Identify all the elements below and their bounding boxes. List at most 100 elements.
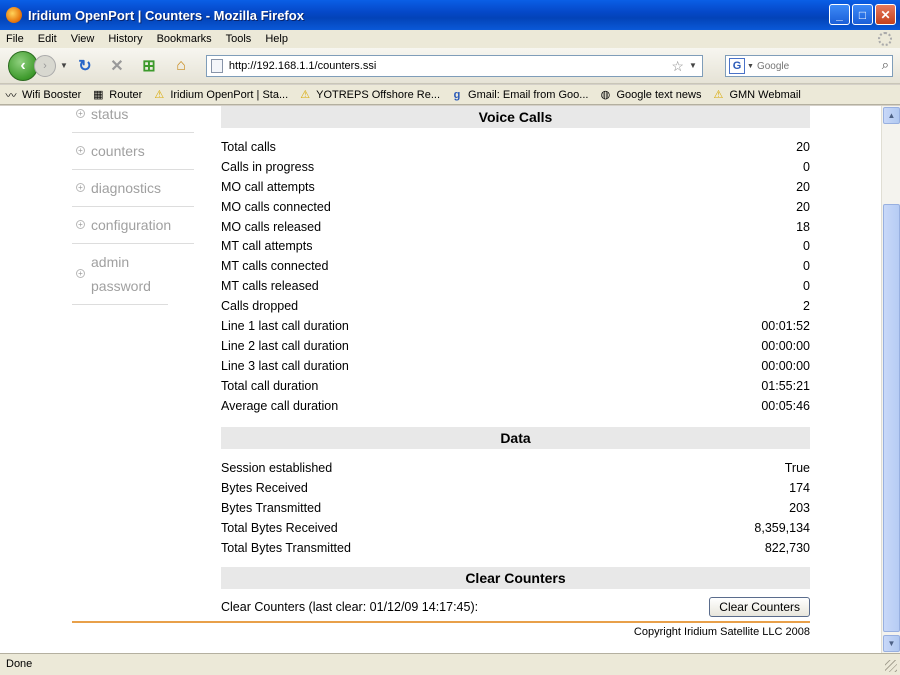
url-bar[interactable]: ☆ ▼ — [205, 54, 703, 77]
data-stat-label: Session established — [221, 461, 333, 476]
expand-icon: + — [76, 146, 85, 155]
search-icon[interactable]: ⌕ — [882, 57, 889, 73]
bookmark-yotreps[interactable]: ⚠ YOTREPS Offshore Re... — [298, 89, 440, 102]
scroll-up-button[interactable]: ▲ — [883, 107, 900, 124]
search-bar[interactable]: G ▼ ⌕ — [725, 55, 893, 77]
stop-icon[interactable]: ✕ — [106, 55, 128, 77]
voice-stat-row: Total calls 20 — [221, 138, 810, 158]
close-button[interactable]: ✕ — [875, 4, 896, 25]
voice-stat-value: 20 — [796, 140, 810, 154]
voice-stat-value: 2 — [803, 299, 810, 314]
reload-icon[interactable]: ↻ — [74, 55, 96, 77]
bookmark-google-text-news[interactable]: ◍ Google text news — [598, 89, 702, 102]
data-stat-row: Session established True — [221, 459, 810, 479]
menu-history[interactable]: History — [108, 33, 142, 45]
data-stat-value: 8,359,134 — [754, 521, 810, 536]
voice-stat-label: MT calls connected — [221, 259, 329, 274]
url-input[interactable] — [228, 59, 659, 72]
voice-stat-row: Total call duration 01:55:21 — [221, 377, 810, 397]
data-stat-row: Total Bytes Transmitted 822,730 — [221, 539, 810, 559]
data-stat-row: Bytes Transmitted 203 — [221, 499, 810, 519]
clear-counters-button[interactable]: Clear Counters — [709, 596, 810, 617]
clear-counters-row: Clear Counters (last clear: 01/12/09 14:… — [221, 596, 810, 617]
home-icon[interactable]: ⌂ — [170, 55, 192, 77]
menu-help[interactable]: Help — [265, 33, 288, 45]
bookmark-wifi-booster[interactable]: 〰 Wifi Booster — [4, 89, 82, 102]
sidebar-item-diagnostics[interactable]: + diagnostics — [72, 170, 194, 207]
data-stat-label: Total Bytes Transmitted — [221, 541, 351, 556]
voice-stat-value: 00:05:46 — [761, 398, 810, 413]
menu-file[interactable]: File — [6, 33, 24, 45]
bookmark-gmail[interactable]: g Gmail: Email from Goo... — [450, 88, 589, 101]
voice-stat-row: MO call attempts 20 — [221, 178, 810, 198]
voice-stat-label: Total calls — [221, 140, 276, 154]
voice-stat-label: MT call attempts — [221, 239, 313, 254]
voice-stat-value: 00:00:00 — [761, 358, 810, 373]
google-search-engine-icon[interactable]: G — [729, 58, 745, 74]
voice-stat-row: MT calls connected 0 — [221, 257, 810, 277]
voice-stat-value: 01:55:21 — [761, 378, 810, 393]
clear-counters-header: Clear Counters — [221, 566, 810, 589]
menu-view[interactable]: View — [71, 33, 95, 45]
bookmark-router[interactable]: ▦ Router — [91, 89, 142, 102]
sidebar-item-status[interactable]: + status — [72, 106, 194, 133]
sidebar-nav: + status + counters + diagnostics + conf… — [72, 106, 194, 305]
news-icon: ◍ — [600, 89, 611, 101]
voice-stat-label: Line 1 last call duration — [221, 319, 349, 334]
voice-stat-row: MT call attempts 0 — [221, 237, 810, 257]
google-icon: g — [453, 88, 461, 101]
data-stat-value: True — [784, 461, 810, 476]
voice-stat-value: 0 — [803, 259, 810, 274]
voice-stat-label: MT calls released — [221, 279, 319, 294]
sidebar-item-counters[interactable]: + counters — [72, 133, 194, 170]
voice-stat-value: 20 — [796, 179, 810, 194]
resize-grip-icon[interactable] — [885, 660, 897, 672]
window-title: Iridium OpenPort | Counters - Mozilla Fi… — [28, 7, 304, 23]
voice-calls-table: Total calls 20 Calls in progress 0 MO call a… — [221, 128, 810, 416]
search-input[interactable] — [756, 60, 867, 72]
voice-stat-label: Line 3 last call duration — [221, 358, 349, 373]
expand-icon: + — [76, 183, 85, 192]
vertical-scrollbar[interactable]: ▲ ▼ — [881, 106, 900, 653]
voice-stat-value: 0 — [803, 279, 810, 294]
clear-counters-label: Clear Counters (last clear: 01/12/09 14:… — [221, 599, 479, 614]
menu-tools[interactable]: Tools — [226, 33, 252, 45]
data-stat-label: Bytes Received — [221, 481, 308, 496]
minimize-button[interactable]: _ — [829, 4, 850, 25]
voice-stat-label: Total call duration — [221, 378, 319, 393]
voice-stat-row: Calls in progress 0 — [221, 158, 810, 178]
scroll-thumb[interactable] — [883, 204, 900, 632]
bookmark-iridium-status[interactable]: ⚠ Iridium OpenPort | Sta... — [152, 89, 288, 102]
voice-stat-value: 00:01:52 — [761, 319, 810, 334]
warning-icon: ⚠ — [300, 89, 311, 101]
data-stat-label: Bytes Transmitted — [221, 501, 322, 516]
voice-stat-label: Line 2 last call duration — [221, 338, 349, 353]
counters-panel: Voice Calls Total calls 20 Calls in progre… — [221, 106, 810, 617]
footer-divider — [72, 621, 810, 623]
history-dropdown-icon[interactable]: ▼ — [60, 61, 68, 70]
menu-bar: File Edit View History Bookmarks Tools H… — [0, 30, 900, 48]
bookmark-star-icon[interactable]: ☆ — [671, 58, 684, 75]
data-stat-value: 203 — [789, 501, 810, 516]
window-titlebar: Iridium OpenPort | Counters - Mozilla Fi… — [0, 0, 900, 30]
sidebar-item-configuration[interactable]: + configuration — [72, 207, 194, 244]
search-engine-dropdown-icon[interactable]: ▼ — [747, 63, 754, 70]
menu-edit[interactable]: Edit — [38, 33, 57, 45]
throbber-icon — [878, 32, 892, 46]
expand-icon: + — [76, 220, 85, 229]
voice-stat-label: MO call attempts — [221, 179, 315, 194]
bookmark-gmn-webmail[interactable]: ⚠ GMN Webmail — [711, 89, 801, 102]
voice-stat-row: MT calls released 0 — [221, 277, 810, 297]
page-content: + status + counters + diagnostics + conf… — [0, 106, 881, 653]
data-table: Session established True Bytes Received 174… — [221, 449, 810, 558]
sidebar-item-admin-password[interactable]: + admin password — [72, 244, 168, 305]
forward-button[interactable]: › — [34, 54, 56, 77]
voice-stat-label: Calls in progress — [221, 159, 315, 174]
menu-bookmarks[interactable]: Bookmarks — [157, 33, 212, 45]
new-tab-icon[interactable]: ⊞ — [138, 55, 160, 77]
url-dropdown-icon[interactable]: ▼ — [689, 61, 697, 70]
maximize-button[interactable]: □ — [852, 4, 873, 25]
scroll-down-button[interactable]: ▼ — [883, 635, 900, 652]
voice-stat-label: MO calls released — [221, 219, 322, 234]
status-text: Done — [6, 658, 33, 670]
